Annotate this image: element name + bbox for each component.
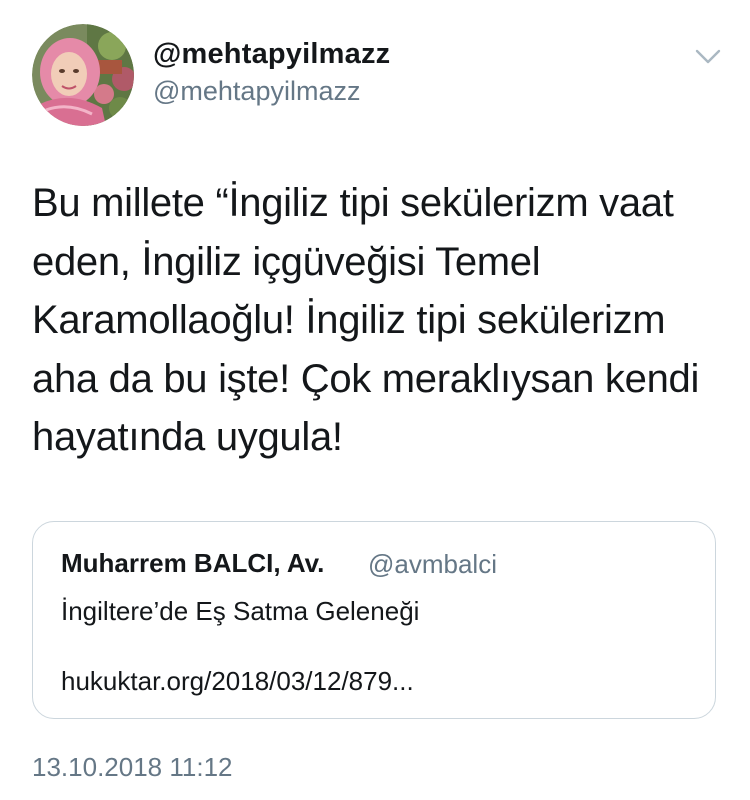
tweet-timestamp[interactable]: 13.10.2018 11:12 <box>32 752 232 783</box>
tweet-text-line: eden, İngiliz içgüveğisi Temel <box>32 239 541 284</box>
chevron-down-icon[interactable] <box>694 46 722 68</box>
tweet-text-line: aha da bu işte! Çok meraklıysan kendi <box>32 356 700 401</box>
quoted-tweet-text: İngiltere’de Eş Satma Geleneği <box>61 596 420 626</box>
quoted-display-name: Muharrem BALCI, Av. <box>61 548 325 578</box>
user-handle[interactable]: @mehtapyilmazz <box>153 76 360 107</box>
tweet-text-line: Bu millete “İngiliz tipi sekülerizm vaat <box>32 181 674 225</box>
quoted-tweet-card[interactable]: Muharrem BALCI, Av. @avmbalci İngiltere’… <box>32 521 716 719</box>
tweet-text-line: Karamollaoğlu! İngiliz tipi sekülerizm <box>32 298 666 342</box>
tweet-text-line: hayatında uygula! <box>32 415 343 459</box>
tweet-header: @mehtapyilmazz @mehtapyilmazz <box>0 0 750 140</box>
display-name[interactable]: @mehtapyilmazz <box>153 38 390 71</box>
tweet-text: Bu millete “İngiliz tipi sekülerizm vaat… <box>32 174 722 467</box>
avatar[interactable] <box>32 24 134 126</box>
quoted-user-handle: @avmbalci <box>368 549 497 579</box>
profile-photo-icon <box>32 24 134 126</box>
quoted-tweet-link[interactable]: hukuktar.org/2018/03/12/879... <box>61 666 414 697</box>
